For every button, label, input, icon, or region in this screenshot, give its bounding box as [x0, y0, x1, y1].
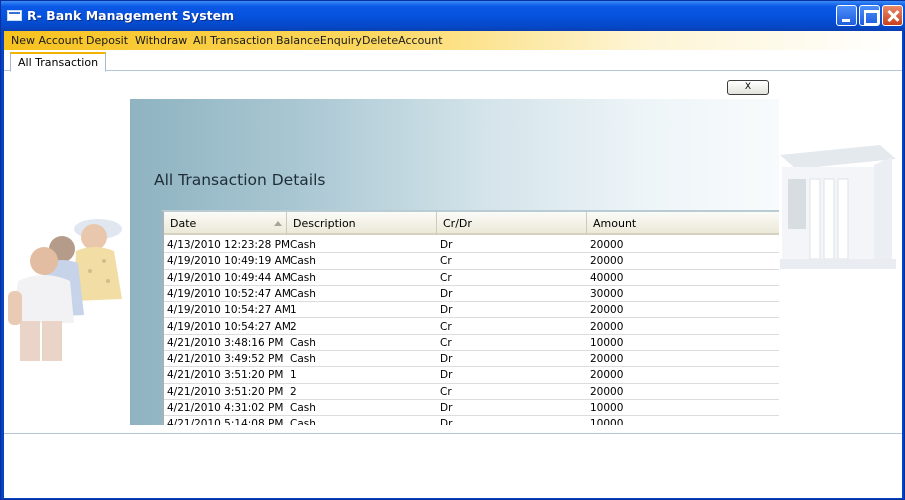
table-row[interactable]: 4/21/2010 3:51:20 PM 2 Cr 20000 [164, 384, 779, 400]
table-cell: 20000 [590, 320, 624, 333]
close-icon [883, 6, 902, 25]
table-row[interactable]: 4/21/2010 3:49:52 PM Cash Dr 20000 [164, 351, 779, 368]
menu-deposit[interactable]: Deposit [86, 34, 128, 47]
maximize-icon [860, 6, 879, 25]
menu-bar: New Account Deposit Withdraw All Transac… [4, 31, 902, 50]
table-cell: Cash [290, 255, 316, 268]
table-cell: 2 [290, 320, 297, 333]
table-cell: Dr [440, 418, 453, 425]
table-cell: Dr [440, 369, 453, 382]
app-window: R- Bank Management System New Account De… [0, 0, 905, 500]
table-cell: 10000 [590, 336, 624, 349]
tab-strip: All Transaction [4, 50, 902, 72]
table-cell: 20000 [590, 304, 624, 317]
minimize-icon [837, 6, 856, 25]
table-cell: Dr [440, 239, 453, 251]
bank-building-illustration [780, 145, 896, 269]
table-cell: Cash [290, 287, 316, 300]
menu-withdraw[interactable]: Withdraw [135, 34, 187, 47]
table-cell: 10000 [590, 418, 624, 425]
table-cell: Dr [440, 287, 453, 300]
client-area: New Account Deposit Withdraw All Transac… [4, 31, 902, 498]
table-cell: 4/19/2010 10:49:44 AM [167, 271, 291, 284]
table-cell: 30000 [590, 287, 624, 300]
table-cell: 20000 [590, 385, 624, 398]
table-cell: Cr [440, 385, 452, 398]
table-cell: Cash [290, 402, 316, 414]
table-cell: 4/21/2010 4:31:02 PM [167, 402, 284, 414]
close-panel-button[interactable]: X [727, 80, 769, 95]
table-cell: 4/21/2010 3:48:16 PM [167, 336, 284, 349]
table-cell: 2 [290, 385, 297, 398]
table-cell: 20000 [590, 255, 624, 268]
table-row[interactable]: 4/19/2010 10:54:27 AM 1 Dr 20000 [164, 302, 779, 319]
table-cell: 4/19/2010 10:52:47 AM [167, 287, 291, 300]
grid-header: Date Description Cr/Dr Amount [164, 212, 779, 235]
table-cell: 4/21/2010 3:51:20 PM [167, 385, 284, 398]
table-cell: 4/19/2010 10:54:27 AM [167, 320, 291, 333]
table-cell: 4/19/2010 10:54:27 AM [167, 304, 291, 317]
table-cell: 4/21/2010 3:49:52 PM [167, 353, 284, 366]
table-cell: 10000 [590, 402, 624, 414]
table-row[interactable]: 4/21/2010 4:31:02 PM Cash Dr 10000 [164, 400, 779, 417]
column-header-crdr[interactable]: Cr/Dr [437, 212, 587, 235]
table-cell: Cash [290, 336, 316, 349]
menu-all-transaction[interactable]: All Transaction [193, 34, 273, 47]
table-cell: 20000 [590, 353, 624, 366]
table-cell: Cash [290, 239, 316, 251]
table-cell: Cr [440, 320, 452, 333]
column-header-label: Description [293, 217, 356, 230]
table-cell: 4/21/2010 5:14:08 PM [167, 418, 284, 425]
transaction-details-panel: All Transaction Details Date Description… [130, 99, 779, 425]
table-cell: 40000 [590, 271, 624, 284]
table-cell: Cash [290, 271, 316, 284]
minimize-button[interactable] [836, 5, 857, 26]
table-row[interactable]: 4/19/2010 10:54:27 AM 2 Cr 20000 [164, 319, 779, 335]
transactions-grid[interactable]: Date Description Cr/Dr Amount 4/13/2010 … [161, 210, 779, 425]
tab-label: All Transaction [18, 56, 99, 69]
table-cell: Cr [440, 336, 452, 349]
table-row[interactable]: 4/19/2010 10:49:44 AM Cash Cr 40000 [164, 270, 779, 286]
table-cell: Cash [290, 418, 316, 425]
table-cell: 20000 [590, 369, 624, 382]
table-row[interactable]: 4/19/2010 10:52:47 AM Cash Dr 30000 [164, 286, 779, 303]
menu-new-account[interactable]: New Account [11, 34, 83, 47]
column-header-label: Date [170, 217, 197, 230]
table-cell: Cash [290, 353, 316, 366]
table-cell: 1 [290, 304, 297, 317]
tab-page-bottom-border [4, 433, 902, 434]
table-cell: Cr [440, 255, 452, 268]
table-cell: Cr [440, 271, 452, 284]
table-cell: 4/19/2010 10:49:19 AM [167, 255, 291, 268]
table-row[interactable]: 4/21/2010 5:14:08 PM Cash Dr 10000 [164, 416, 779, 425]
table-cell: Dr [440, 353, 453, 366]
window-title: R- Bank Management System [27, 8, 235, 23]
panel-title: All Transaction Details [154, 171, 326, 189]
title-bar[interactable]: R- Bank Management System [1, 1, 905, 31]
menu-delete-account[interactable]: DeleteAccount [362, 34, 443, 47]
window-app-icon[interactable] [7, 10, 22, 21]
maximize-button[interactable] [859, 5, 880, 26]
table-row[interactable]: 4/21/2010 3:51:20 PM 1 Dr 20000 [164, 367, 779, 384]
column-header-amount[interactable]: Amount [587, 212, 779, 235]
table-cell: 4/13/2010 12:23:28 PM [167, 239, 291, 251]
column-header-label: Cr/Dr [443, 217, 472, 230]
table-cell: 20000 [590, 239, 624, 251]
table-cell: 1 [290, 369, 297, 382]
menu-balance-enquiry[interactable]: BalanceEnquiry [276, 34, 362, 47]
table-cell: Dr [440, 402, 453, 414]
people-illustration [8, 219, 122, 361]
table-row[interactable]: 4/13/2010 12:23:28 PM Cash Dr 20000 [164, 237, 779, 254]
column-header-date[interactable]: Date [164, 212, 287, 235]
close-window-button[interactable] [882, 5, 903, 26]
sort-ascending-icon [274, 221, 282, 226]
table-row[interactable]: 4/19/2010 10:49:19 AM Cash Cr 20000 [164, 253, 779, 270]
column-header-description[interactable]: Description [287, 212, 437, 235]
table-row[interactable]: 4/21/2010 3:48:16 PM Cash Cr 10000 [164, 335, 779, 352]
table-cell: Dr [440, 304, 453, 317]
table-cell: 4/21/2010 3:51:20 PM [167, 369, 284, 382]
tab-all-transaction[interactable]: All Transaction [10, 52, 106, 72]
column-header-label: Amount [593, 217, 637, 230]
